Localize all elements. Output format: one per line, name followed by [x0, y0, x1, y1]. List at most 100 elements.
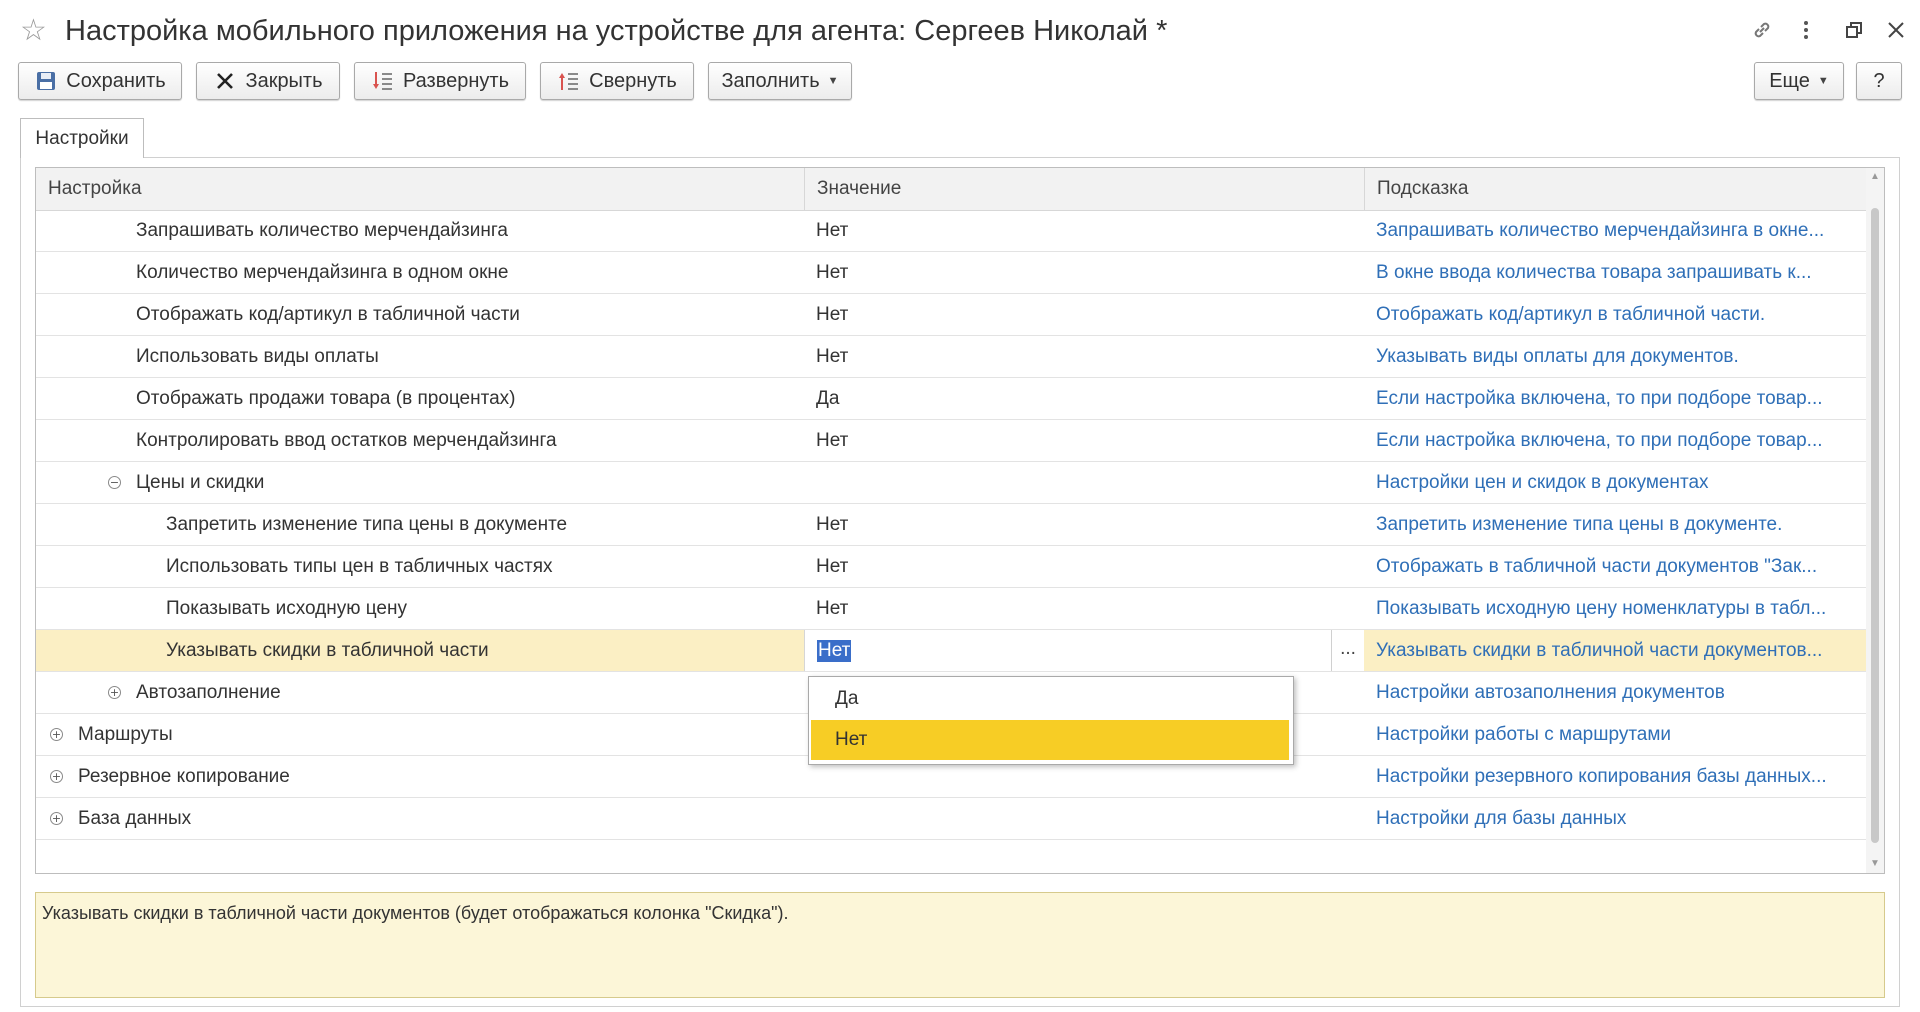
setting-name: Маршруты: [78, 724, 173, 745]
restore-window-icon[interactable]: [1838, 14, 1870, 46]
table-row[interactable]: Запретить изменение типа цены в документ…: [36, 504, 1866, 546]
setting-cell: + База данных: [36, 798, 804, 839]
table-row[interactable]: + База данных Настройки для базы данных: [36, 798, 1866, 840]
value-cell[interactable]: Нет: [804, 504, 1364, 545]
value-cell[interactable]: [804, 798, 1364, 839]
setting-name: Контролировать ввод остатков мерчендайзи…: [136, 430, 557, 451]
expand-tree-icon: [371, 69, 395, 93]
collapse-node-icon[interactable]: −: [108, 476, 121, 489]
setting-name: Отображать продажи товара (в процентах): [136, 388, 516, 409]
more-vertical-icon[interactable]: [1790, 14, 1822, 46]
hint-cell: Отображать код/артикул в табличной части…: [1376, 304, 1766, 325]
setting-name: Запрашивать количество мерчендайзинга: [136, 220, 508, 241]
link-icon[interactable]: [1746, 14, 1778, 46]
setting-name: Количество мерчендайзинга в одном окне: [136, 262, 509, 283]
setting-cell: Использовать типы цен в табличных частях: [36, 546, 804, 587]
value-cell[interactable]: Нет: [804, 210, 1364, 251]
choice-button-icon[interactable]: ...: [1331, 630, 1364, 671]
hint-cell: Настройки резервного копирования базы да…: [1376, 766, 1827, 787]
hint-cell: Настройки автозаполнения документов: [1376, 682, 1725, 703]
hint-cell: Показывать исходную цену номенклатуры в …: [1376, 598, 1827, 619]
setting-cell: Запретить изменение типа цены в документ…: [36, 504, 804, 545]
setting-cell: Отображать код/артикул в табличной части: [36, 294, 804, 335]
title-bar: ☆ Настройка мобильного приложения на уст…: [0, 0, 1920, 62]
table-row[interactable]: Отображать продажи товара (в процентах) Д…: [36, 378, 1866, 420]
setting-cell: Использовать виды оплаты: [36, 336, 804, 377]
value-cell[interactable]: Да: [804, 378, 1364, 419]
expand-node-icon[interactable]: +: [50, 728, 63, 741]
setting-name: Использовать типы цен в табличных частях: [166, 556, 553, 577]
value-edit-field[interactable]: Нет...: [804, 630, 1364, 671]
setting-cell: Запрашивать количество мерчендайзинга: [36, 210, 804, 251]
fill-label: Заполнить: [721, 69, 820, 92]
hint-cell: Если настройка включена, то при подборе …: [1376, 388, 1823, 409]
collapse-tree-icon: [557, 69, 581, 93]
setting-name: Использовать виды оплаты: [136, 346, 379, 367]
setting-name: Резервное копирование: [78, 766, 290, 787]
setting-cell: + Резервное копирование: [36, 756, 804, 797]
hint-cell: Отображать в табличной части документов …: [1376, 556, 1818, 577]
table-row[interactable]: − Цены и скидки Настройки цен и скидок в д…: [36, 462, 1866, 504]
value-cell[interactable]: Нет: [804, 336, 1364, 377]
hint-cell: Указывать скидки в табличной части докум…: [1376, 640, 1823, 661]
value-cell[interactable]: Нет: [804, 588, 1364, 629]
column-header-value[interactable]: Значение: [804, 168, 1364, 210]
value-cell[interactable]: Нет: [804, 294, 1364, 335]
scroll-up-icon[interactable]: ▲: [1866, 168, 1884, 186]
favorite-star-icon[interactable]: ☆: [20, 13, 47, 49]
column-header-hint[interactable]: Подсказка: [1364, 168, 1866, 210]
scroll-down-icon[interactable]: ▼: [1866, 855, 1884, 873]
table-row[interactable]: Показывать исходную цену Нет Показывать ис…: [36, 588, 1866, 630]
table-row[interactable]: Использовать виды оплаты Нет Указывать вид…: [36, 336, 1866, 378]
hint-cell: В окне ввода количества товара запрашива…: [1376, 262, 1812, 283]
hint-cell: Настройки работы с маршрутами: [1376, 724, 1672, 745]
setting-name: Цены и скидки: [136, 472, 265, 493]
save-label: Сохранить: [66, 69, 166, 92]
table-row[interactable]: Контролировать ввод остатков мерчендайзи…: [36, 420, 1866, 462]
help-button[interactable]: ?: [1856, 62, 1902, 100]
setting-name: Показывать исходную цену: [166, 598, 407, 619]
table-row[interactable]: Указывать скидки в табличной части Нет...…: [36, 630, 1866, 672]
table-header: Настройка Значение Подсказка: [36, 168, 1866, 211]
hint-cell: Указывать виды оплаты для документов.: [1376, 346, 1739, 367]
close-label: Закрыть: [245, 69, 323, 92]
value-cell[interactable]: Нет: [804, 420, 1364, 461]
fill-dropdown-button[interactable]: Заполнить ▼: [708, 62, 852, 100]
collapse-all-button[interactable]: Свернуть: [540, 62, 694, 100]
close-button[interactable]: Закрыть: [196, 62, 340, 100]
column-header-setting[interactable]: Настройка: [36, 168, 804, 210]
more-dropdown-button[interactable]: Еще ▼: [1754, 62, 1844, 100]
expand-all-button[interactable]: Развернуть: [354, 62, 526, 100]
value-cell[interactable]: Нет: [804, 546, 1364, 587]
table-row[interactable]: Использовать типы цен в табличных частях…: [36, 546, 1866, 588]
tab-settings[interactable]: Настройки: [20, 118, 144, 158]
setting-name: Автозаполнение: [136, 682, 281, 703]
save-button[interactable]: Сохранить: [18, 62, 182, 100]
expand-node-icon[interactable]: +: [108, 686, 121, 699]
hint-text: Указывать скидки в табличной части докум…: [42, 903, 789, 923]
setting-cell: + Автозаполнение: [36, 672, 804, 713]
value-cell[interactable]: Нет: [804, 252, 1364, 293]
expand-node-icon[interactable]: +: [50, 812, 63, 825]
vertical-scrollbar[interactable]: ▲ ▼: [1866, 168, 1884, 873]
setting-name: Указывать скидки в табличной части: [166, 640, 489, 661]
setting-cell: Показывать исходную цену: [36, 588, 804, 629]
window-title: Настройка мобильного приложения на устро…: [65, 15, 1168, 47]
scrollbar-thumb[interactable]: [1871, 208, 1879, 843]
hint-cell: Настройки для базы данных: [1376, 808, 1627, 829]
table-row[interactable]: Количество мерчендайзинга в одном окне Не…: [36, 252, 1866, 294]
value-edit-text[interactable]: Нет: [817, 640, 852, 662]
setting-cell: Количество мерчендайзинга в одном окне: [36, 252, 804, 293]
save-icon: [34, 69, 58, 93]
table-row[interactable]: Отображать код/артикул в табличной части…: [36, 294, 1866, 336]
expand-node-icon[interactable]: +: [50, 770, 63, 783]
setting-cell: − Цены и скидки: [36, 462, 804, 503]
hint-cell: Запретить изменение типа цены в документ…: [1376, 514, 1783, 535]
close-window-icon[interactable]: [1880, 14, 1912, 46]
dropdown-option-yes[interactable]: Да: [811, 679, 1289, 719]
dropdown-option-no[interactable]: Нет: [811, 720, 1289, 760]
table-row[interactable]: Запрашивать количество мерчендайзинга Нет…: [36, 210, 1866, 252]
value-cell[interactable]: [804, 462, 1364, 503]
hint-cell: Настройки цен и скидок в документах: [1376, 472, 1709, 493]
setting-name: Запретить изменение типа цены в документ…: [166, 514, 568, 535]
